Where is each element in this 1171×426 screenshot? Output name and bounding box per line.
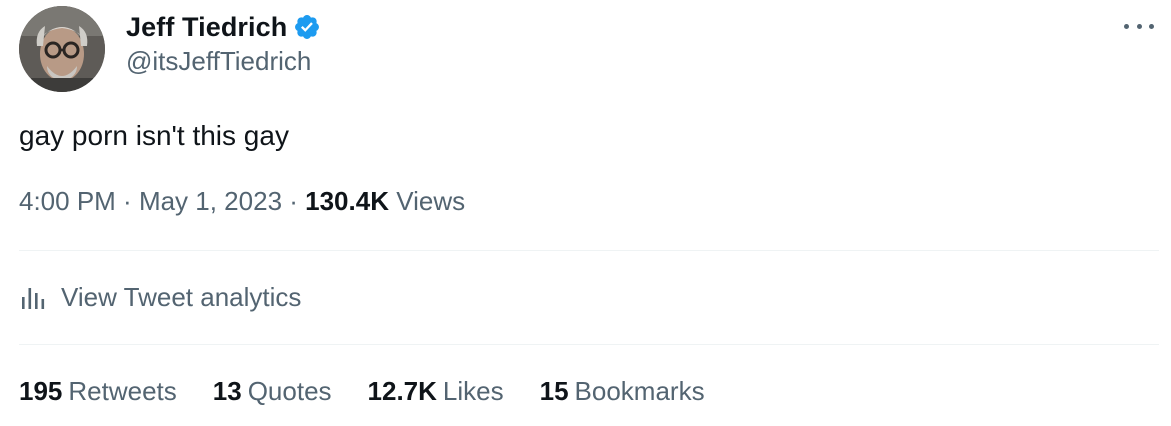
quotes-stat[interactable]: 13 Quotes	[213, 376, 332, 407]
bar-chart-icon	[19, 282, 49, 312]
avatar[interactable]	[19, 6, 105, 92]
retweets-label: Retweets	[68, 375, 177, 406]
likes-count: 12.7K	[367, 375, 437, 406]
likes-stat[interactable]: 12.7K Likes	[368, 376, 504, 407]
likes-label: Likes	[442, 375, 504, 406]
divider	[19, 344, 1159, 345]
divider	[19, 250, 1159, 251]
tweet-text: gay porn isn't this gay	[19, 120, 289, 151]
meta-separator: ·	[282, 186, 306, 216]
views-count: 130.4K	[305, 186, 389, 216]
retweets-count: 195	[19, 375, 63, 406]
author-name-row: Jeff Tiedrich	[126, 10, 321, 44]
tweet-date[interactable]: May 1, 2023	[139, 186, 282, 216]
engagement-stats: 195 Retweets 13 Quotes 12.7K Likes 15 Bookma…	[19, 374, 741, 408]
meta-separator: ·	[115, 186, 139, 216]
bookmarks-stat[interactable]: 15 Bookmarks	[540, 376, 705, 407]
retweets-stat[interactable]: 195 Retweets	[19, 376, 177, 407]
tweet-card: Jeff Tiedrich @itsJeffTiedrich gay porn …	[0, 0, 1171, 426]
analytics-label: View Tweet analytics	[61, 281, 302, 312]
quotes-label: Quotes	[247, 375, 332, 406]
view-tweet-analytics-link[interactable]: View Tweet analytics	[19, 280, 301, 314]
verified-badge-icon	[293, 13, 321, 41]
more-options-icon[interactable]	[1124, 18, 1154, 34]
author-display-name[interactable]: Jeff Tiedrich	[126, 12, 287, 43]
author-handle[interactable]: @itsJeffTiedrich	[126, 46, 311, 77]
avatar-image	[19, 6, 105, 92]
views-label: Views	[396, 186, 466, 216]
bookmarks-label: Bookmarks	[574, 375, 705, 406]
quotes-count: 13	[212, 375, 242, 406]
bookmarks-count: 15	[539, 375, 569, 406]
tweet-time[interactable]: 4:00 PM	[19, 186, 116, 216]
tweet-metadata: 4:00 PM · May 1, 2023 · 130.4K Views	[19, 186, 465, 217]
